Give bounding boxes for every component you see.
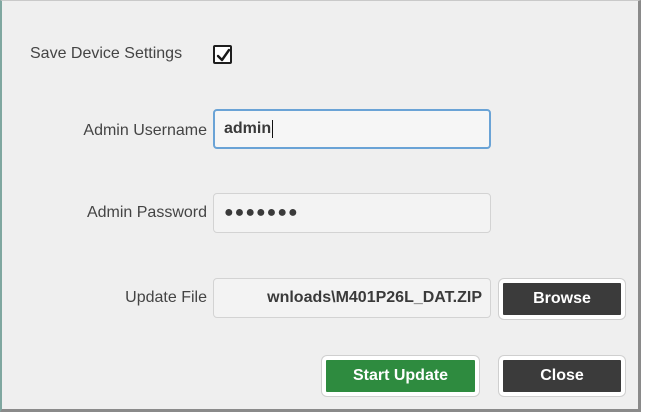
admin-password-value: ●●●●●●● [224,204,299,221]
save-settings-label: Save Device Settings [30,45,183,62]
browse-button[interactable]: Browse [500,280,624,318]
text-caret [272,119,274,138]
admin-password-input[interactable]: ●●●●●●● [213,193,491,233]
admin-username-label: Admin Username [83,122,207,139]
update-file-label: Update File [125,289,207,306]
save-settings-checkbox[interactable] [213,45,232,64]
start-update-button[interactable]: Start Update [323,357,478,395]
checkmark-icon [216,48,231,62]
update-file-value: wnloads\M401P26L_DAT.ZIP [267,289,482,306]
update-file-input[interactable]: wnloads\M401P26L_DAT.ZIP [213,278,491,318]
admin-username-value: admin [224,120,272,137]
close-button[interactable]: Close [500,357,624,395]
admin-username-input[interactable]: admin [213,109,491,149]
update-dialog: Save Device Settings Admin Username admi… [0,0,641,412]
admin-password-label: Admin Password [86,204,207,221]
